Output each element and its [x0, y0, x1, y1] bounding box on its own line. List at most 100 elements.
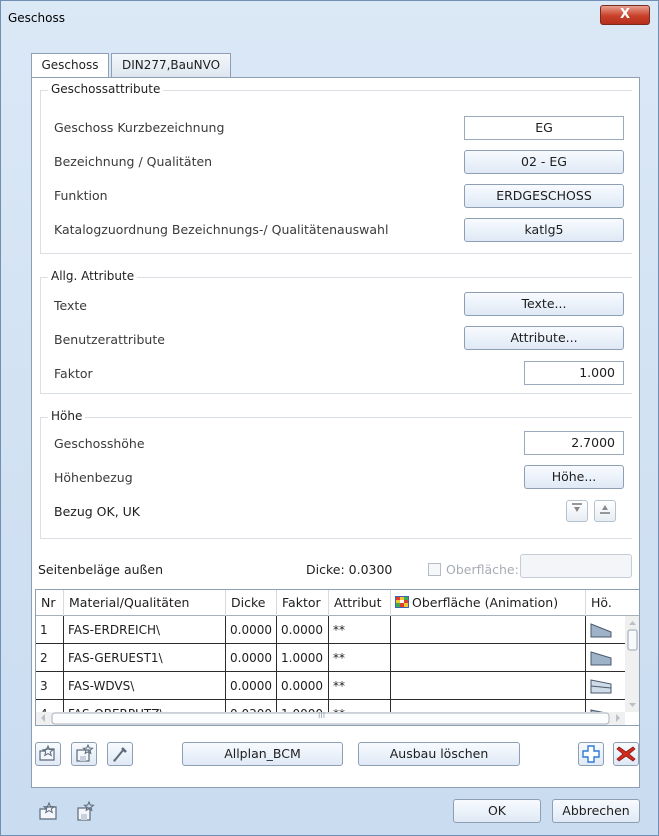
open-favorite-icon — [39, 801, 57, 820]
cell-material[interactable]: FAS-WDVS\ — [64, 672, 226, 700]
table-row[interactable]: 2 FAS-GERUEST1\ 0.0000 1.0000 ** — [36, 644, 626, 672]
tab-geschoss[interactable]: Geschoss — [31, 53, 109, 78]
pipette-icon — [113, 747, 127, 762]
arrow-down-to-line-icon — [572, 503, 582, 512]
cell-faktor[interactable]: 0.0000 — [277, 616, 329, 644]
cancel-button[interactable]: Abbrechen — [552, 799, 640, 823]
bezug-ok-button[interactable] — [566, 500, 588, 522]
cell-dicke[interactable]: 0.0000 — [226, 644, 277, 672]
texte-button[interactable]: Texte... — [464, 292, 624, 316]
group-title-hoehe: Höhe — [48, 409, 86, 423]
column-header-dicke[interactable]: Dicke — [226, 590, 277, 616]
benutzerattribute-label: Benutzerattribute — [54, 332, 165, 347]
column-header-attribut[interactable]: Attribut — [329, 590, 391, 616]
cell-material[interactable]: FAS-ERDREICH\ — [64, 616, 226, 644]
column-header-hoehe[interactable]: Hö. — [586, 590, 626, 616]
height-ramp-icon — [590, 651, 612, 666]
favorite-save-button[interactable] — [71, 742, 97, 766]
katalog-label: Katalogzuordnung Bezeichnungs-/ Qualität… — [54, 222, 389, 237]
hoehe-button[interactable]: Höhe... — [524, 465, 624, 489]
geschosshoehe-field[interactable]: 2.7000 — [524, 431, 624, 455]
title-bar[interactable]: Geschoss X — [1, 1, 658, 37]
column-header-faktor[interactable]: Faktor — [277, 590, 329, 616]
group-border — [40, 417, 632, 418]
scrollbar-track-icon — [627, 621, 638, 707]
tab-din277[interactable]: DIN277,BauNVO — [111, 53, 231, 77]
cell-material[interactable]: FAS-GERUEST1\ — [64, 644, 226, 672]
height-layers-icon — [590, 679, 612, 694]
group-title-allg-attribute: Allg. Attribute — [48, 269, 138, 283]
funktion-label: Funktion — [54, 188, 108, 203]
funktion-button[interactable]: ERDGESCHOSS — [464, 184, 624, 208]
delete-x-icon — [616, 746, 636, 762]
favorite-open-button[interactable] — [35, 742, 61, 766]
group-border — [40, 277, 41, 393]
table-row[interactable]: 1 FAS-ERDREICH\ 0.0000 0.0000 ** — [36, 616, 626, 644]
footer-favorite-open-icon[interactable] — [37, 800, 63, 824]
kurzbezeichnung-field[interactable]: EG — [464, 116, 624, 140]
dicke-label: Dicke: 0.0300 — [306, 562, 393, 577]
group-border — [40, 538, 632, 539]
cell-dicke[interactable]: 0.0000 — [226, 672, 277, 700]
faktor-label: Faktor — [54, 366, 93, 381]
table-row[interactable]: 3 FAS-WDVS\ 0.0000 0.0000 ** — [36, 672, 626, 700]
save-favorite-icon — [76, 743, 94, 762]
cell-oberflaeche[interactable] — [391, 644, 586, 672]
cell-nr: 1 — [36, 616, 64, 644]
cell-dicke[interactable]: 0.0000 — [226, 616, 277, 644]
column-header-nr[interactable]: Nr — [36, 590, 64, 616]
ausbau-loeschen-button[interactable]: Ausbau löschen — [358, 742, 520, 766]
open-favorite-icon — [39, 744, 55, 761]
group-border — [40, 393, 632, 394]
oberflaeche-field[interactable] — [520, 554, 632, 578]
geschosshoehe-label: Geschosshöhe — [54, 436, 145, 451]
cell-attribut[interactable]: ** — [329, 644, 391, 672]
hoehenbezug-label: Höhenbezug — [54, 470, 133, 485]
allplan-bcm-button[interactable]: Allplan_BCM — [182, 742, 343, 766]
cell-attribut[interactable]: ** — [329, 672, 391, 700]
vertical-scrollbar[interactable] — [625, 616, 639, 712]
kurzbezeichnung-label: Geschoss Kurzbezeichnung — [54, 120, 225, 135]
cell-faktor[interactable]: 1.0000 — [277, 644, 329, 672]
group-title-geschossattribute: Geschossattribute — [48, 82, 164, 96]
cell-attribut[interactable]: ** — [329, 616, 391, 644]
katalog-button[interactable]: katlg5 — [464, 218, 624, 242]
faktor-field[interactable]: 1.000 — [524, 361, 624, 385]
arrow-up-to-line-icon — [600, 505, 610, 514]
column-header-oberflaeche[interactable]: Oberfläche (Animation) — [391, 590, 586, 616]
plus-icon — [582, 745, 600, 763]
oberflaeche-checkbox[interactable] — [428, 563, 441, 576]
cell-oberflaeche[interactable] — [391, 672, 586, 700]
column-header-material[interactable]: Material/Qualitäten — [64, 590, 226, 616]
pick-button[interactable] — [107, 742, 133, 766]
footer-favorite-save-icon[interactable] — [73, 800, 99, 824]
oberflaeche-label: Oberfläche: — [446, 562, 519, 577]
add-row-button[interactable] — [578, 742, 604, 766]
texte-label: Texte — [54, 298, 87, 313]
cell-hoehe[interactable] — [586, 672, 626, 700]
save-favorite-icon — [77, 800, 95, 821]
scrollbar-track-icon — [41, 712, 620, 725]
cell-hoehe[interactable] — [586, 616, 626, 644]
group-border — [40, 417, 41, 538]
cell-hoehe[interactable] — [586, 644, 626, 672]
cell-nr: 3 — [36, 672, 64, 700]
column-header-oberflaeche-label: Oberfläche (Animation) — [412, 595, 559, 610]
group-border — [40, 90, 41, 253]
cell-faktor[interactable]: 0.0000 — [277, 672, 329, 700]
close-button[interactable]: X — [600, 5, 650, 25]
delete-row-button[interactable] — [613, 742, 639, 766]
attribute-button[interactable]: Attribute... — [464, 326, 624, 350]
dialog-window: Geschoss X Geschoss DIN277,BauNVO Gescho… — [0, 0, 659, 836]
bezeichnung-button[interactable]: 02 - EG — [464, 150, 624, 174]
bezug-label: Bezug OK, UK — [54, 504, 140, 519]
cell-nr: 2 — [36, 644, 64, 672]
group-border — [40, 253, 632, 254]
cell-oberflaeche[interactable] — [391, 616, 586, 644]
height-ramp-icon — [590, 623, 612, 638]
texture-grid-icon — [395, 596, 409, 608]
seitenbelaege-label: Seitenbeläge außen — [38, 562, 164, 577]
bezug-uk-button[interactable] — [594, 500, 616, 522]
horizontal-scrollbar[interactable]: III — [36, 711, 625, 725]
ok-button[interactable]: OK — [453, 799, 541, 823]
